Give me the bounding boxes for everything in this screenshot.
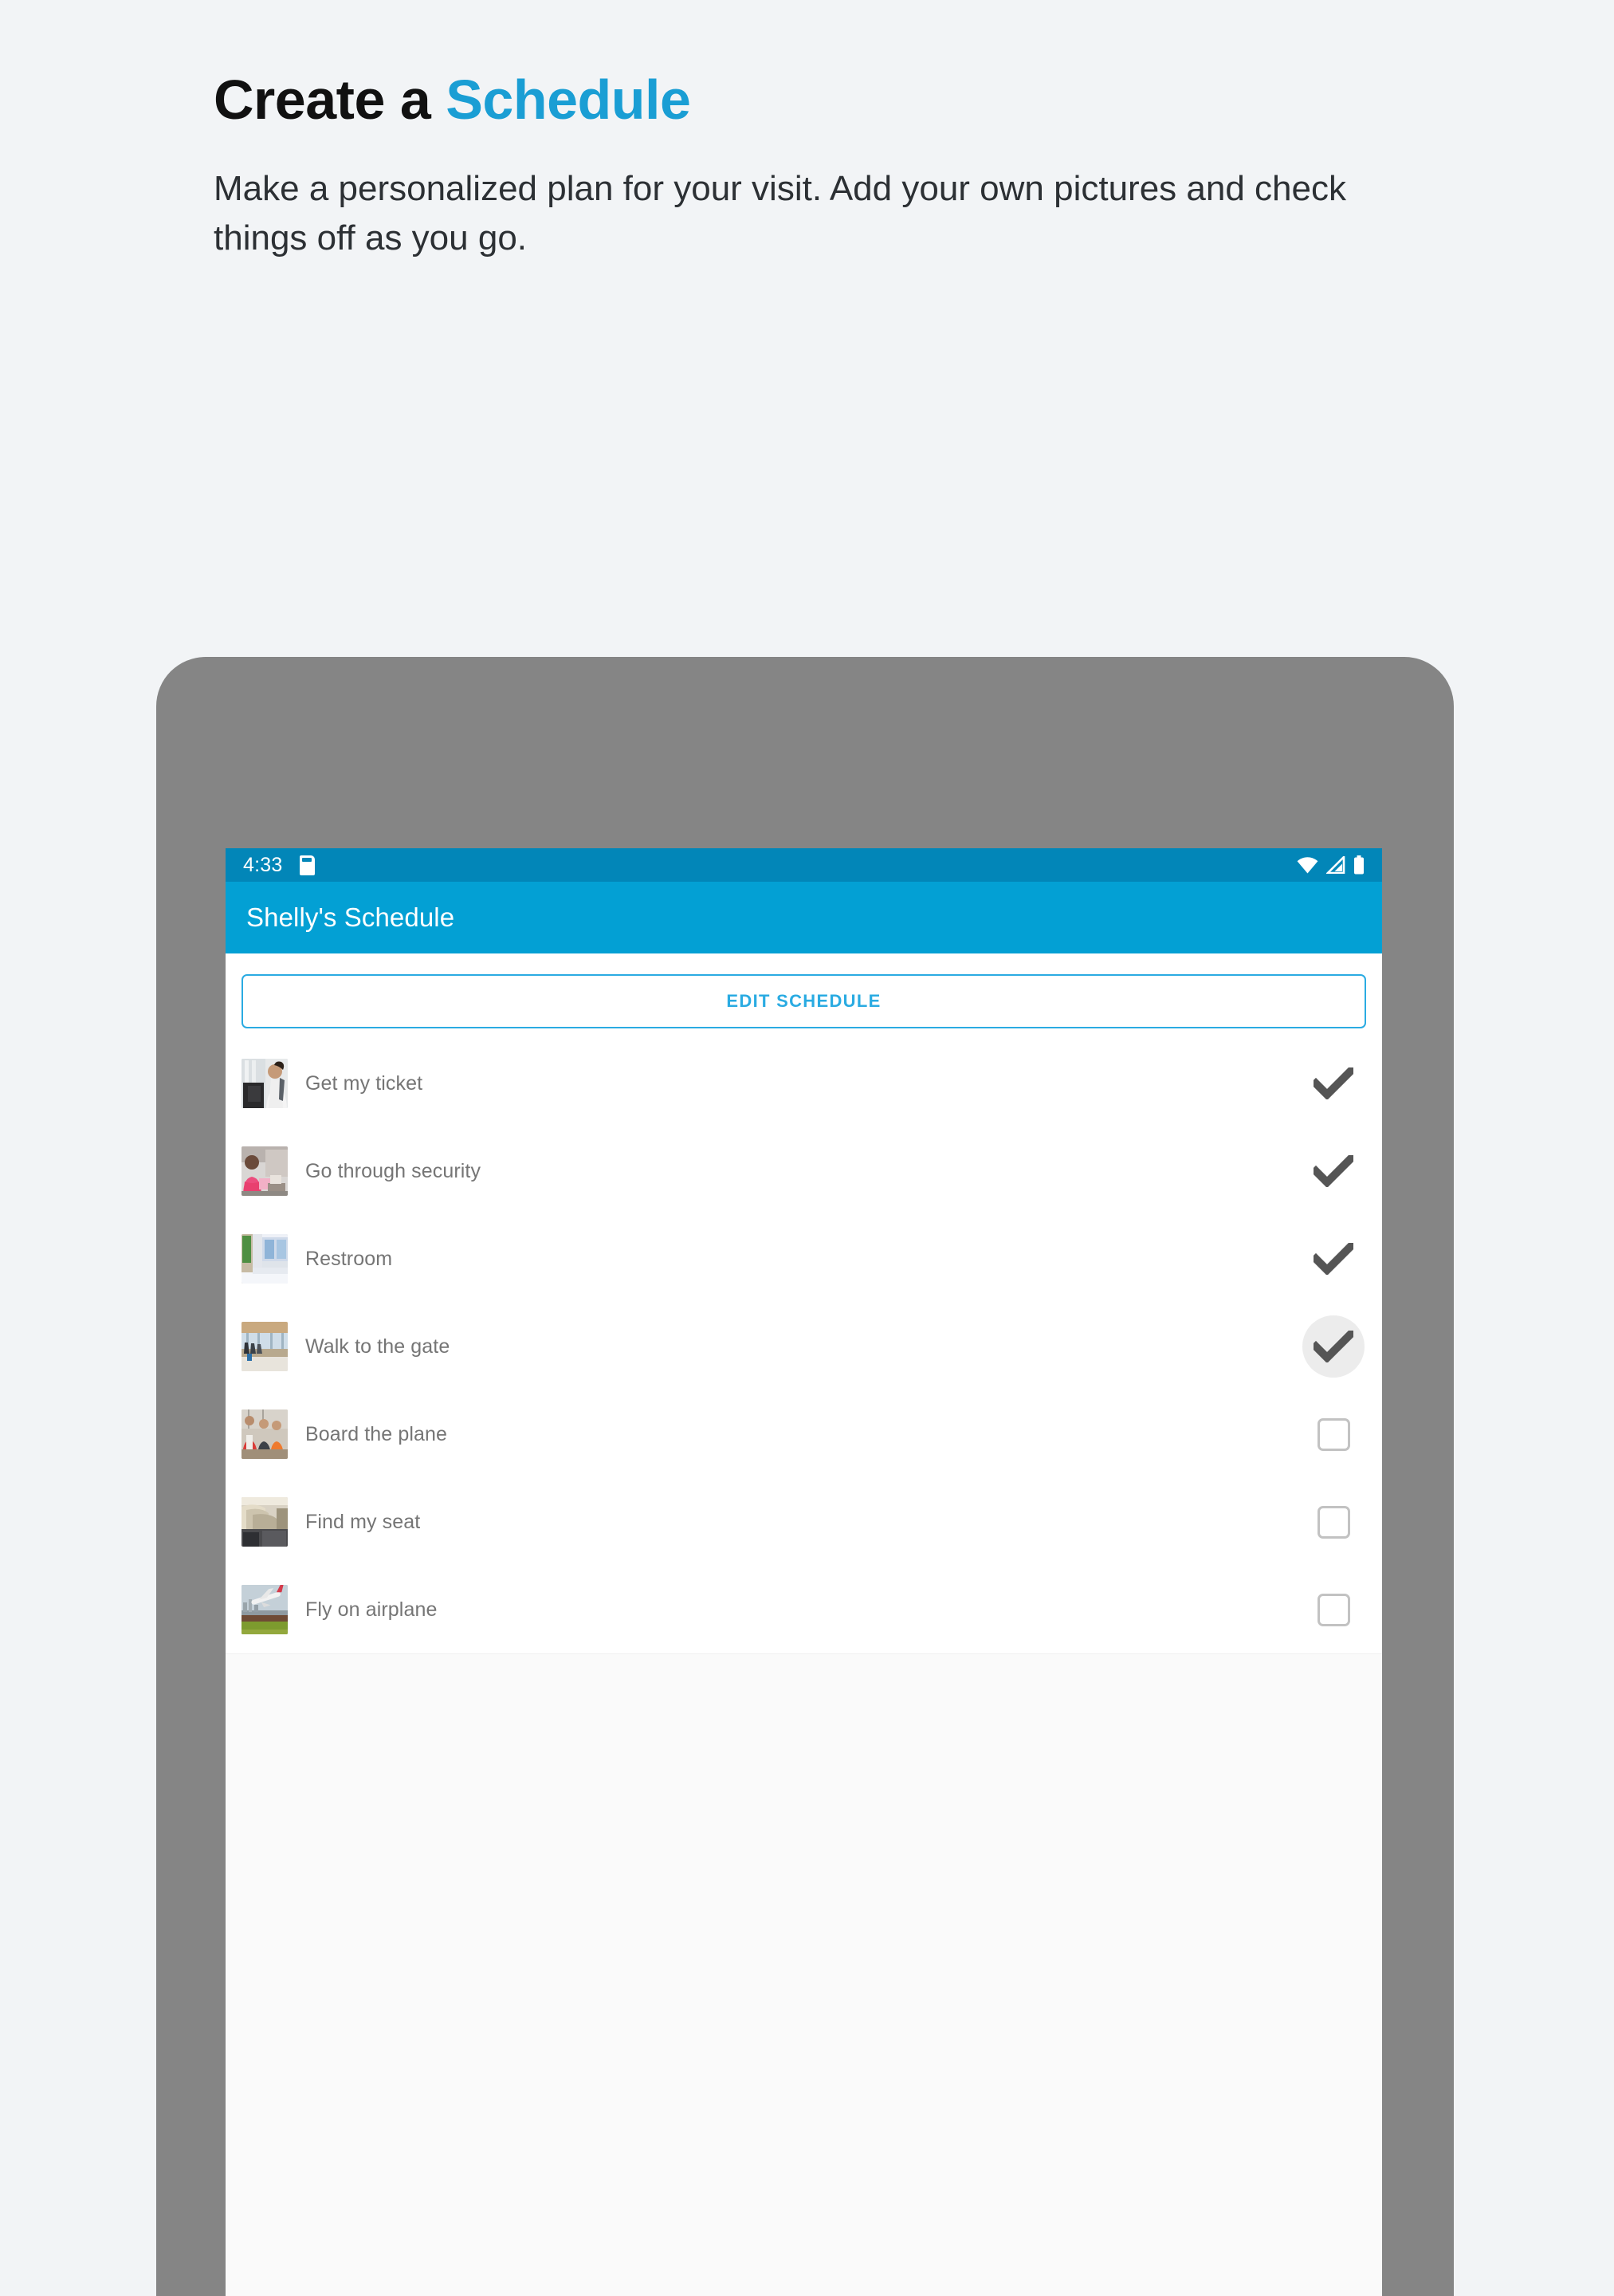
page-title: Create a Schedule: [214, 69, 1457, 131]
schedule-task-list: Get my ticket Go through security Restroom…: [226, 1040, 1382, 1653]
status-bar-icons: [1297, 855, 1365, 875]
empty-checkbox-icon: [1317, 1505, 1350, 1539]
task-label: Walk to the gate: [305, 1335, 450, 1358]
terminal-walkway-photo: [242, 1322, 288, 1371]
airplane-takeoff-photo: [242, 1585, 288, 1634]
schedule-content: EDIT SCHEDULE Get my ticket Go through se…: [226, 953, 1382, 1653]
task-checkbox-unchecked[interactable]: [1302, 1578, 1365, 1641]
phone-device-frame: 4:33 Shelly's Schedule EDIT SCHEDULE Get…: [156, 657, 1454, 2296]
wifi-icon: [1297, 856, 1318, 874]
task-label: Go through security: [305, 1159, 481, 1182]
task-row[interactable]: Find my seat: [226, 1478, 1382, 1566]
task-label: Find my seat: [305, 1510, 421, 1533]
edit-schedule-button-container: EDIT SCHEDULE: [226, 969, 1382, 1028]
boarding-staff-photo: [242, 1409, 288, 1459]
task-checkbox-unchecked[interactable]: [1302, 1403, 1365, 1465]
task-label: Get my ticket: [305, 1071, 423, 1095]
status-bar-clock: 4:33: [243, 853, 283, 876]
task-checkbox-checked[interactable]: [1302, 1140, 1365, 1202]
app-bar-title: Shelly's Schedule: [246, 902, 455, 932]
cabin-seats-photo: [242, 1497, 288, 1547]
checkmark-icon: [1314, 1243, 1353, 1275]
task-row[interactable]: Fly on airplane: [226, 1566, 1382, 1653]
task-label: Restroom: [305, 1247, 393, 1270]
checkmark-icon: [1314, 1331, 1353, 1362]
task-row[interactable]: Go through security: [226, 1127, 1382, 1215]
hero-section: Create a Schedule Make a personalized pl…: [214, 69, 1457, 264]
checkmark-icon: [1314, 1155, 1353, 1187]
sd-card-icon: [300, 855, 316, 875]
task-row[interactable]: Restroom: [226, 1215, 1382, 1303]
task-checkbox-checked[interactable]: [1302, 1052, 1365, 1115]
task-row[interactable]: Walk to the gate: [226, 1303, 1382, 1390]
page-title-accent: Schedule: [446, 69, 691, 131]
page-title-plain: Create a: [214, 69, 446, 131]
task-checkbox-checked[interactable]: [1302, 1228, 1365, 1290]
task-row[interactable]: Board the plane: [226, 1390, 1382, 1478]
phone-screen: 4:33 Shelly's Schedule EDIT SCHEDULE Get…: [226, 848, 1382, 2296]
task-checkbox-checked[interactable]: [1302, 1315, 1365, 1378]
task-row[interactable]: Get my ticket: [226, 1040, 1382, 1127]
page-subtitle: Make a personalized plan for your visit.…: [214, 168, 1346, 258]
checkmark-icon: [1314, 1067, 1353, 1099]
ticket-kiosk-photo: [242, 1059, 288, 1108]
restroom-corridor-photo: [242, 1234, 288, 1284]
task-label: Board the plane: [305, 1422, 448, 1445]
empty-list-area: [226, 1653, 1382, 2296]
empty-checkbox-icon: [1317, 1593, 1350, 1626]
battery-icon: [1353, 855, 1365, 875]
cellular-signal-icon: [1326, 856, 1345, 874]
edit-schedule-button[interactable]: EDIT SCHEDULE: [242, 974, 1366, 1028]
status-bar: 4:33: [226, 848, 1382, 882]
task-checkbox-unchecked[interactable]: [1302, 1491, 1365, 1553]
app-bar: Shelly's Schedule: [226, 882, 1382, 953]
page-root: Create a Schedule Make a personalized pl…: [0, 0, 1614, 2296]
security-line-photo: [242, 1146, 288, 1196]
empty-checkbox-icon: [1317, 1417, 1350, 1451]
task-label: Fly on airplane: [305, 1598, 438, 1621]
